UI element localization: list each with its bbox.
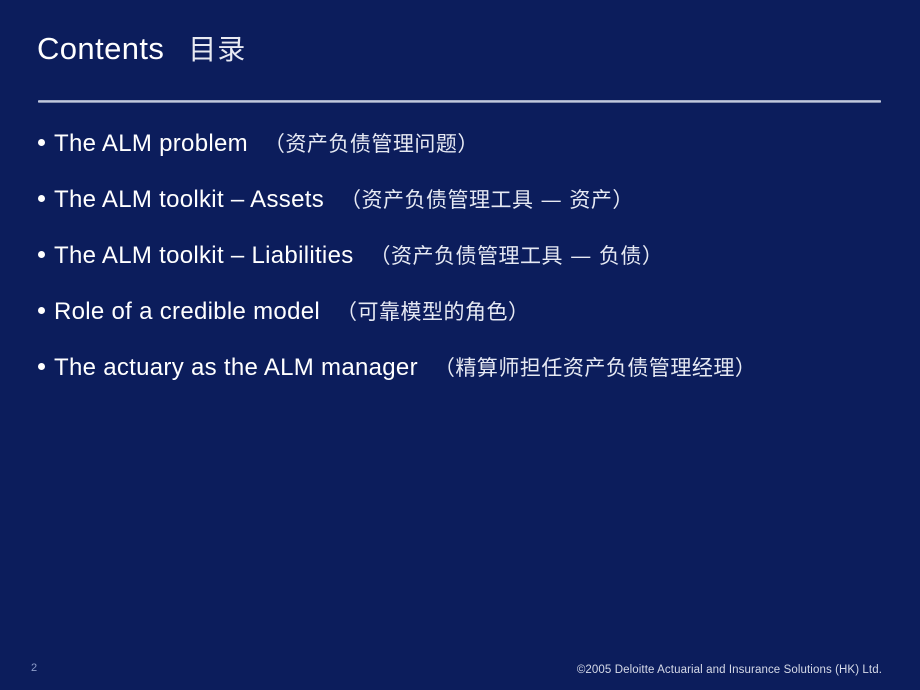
page-title-english: Contents [37,31,165,66]
contents-bullet-list: The ALM problem （资产负债管理问题） The ALM toolk… [38,128,898,408]
list-item-english: The ALM toolkit – Liabilities [54,242,354,269]
list-item-chinese: （资产负债管理工具 — 资产） [340,188,634,212]
list-item-chinese: （可靠模型的角色） [336,300,530,324]
list-item-english: The ALM problem [54,130,248,157]
page-title-chinese: 目录 [188,33,247,66]
bullet-dot-icon [38,251,45,258]
page-title: Contents 目录 [37,28,246,68]
list-item: The actuary as the ALM manager （精算师担任资产负… [38,352,898,408]
list-item: The ALM toolkit – Liabilities （资产负债管理工具 … [38,240,898,296]
list-item-english: Role of a credible model [54,298,321,325]
copyright-notice: ©2005 Deloitte Actuarial and Insurance S… [576,664,882,676]
bullet-dot-icon [38,363,45,370]
bullet-dot-icon [38,307,45,314]
slide-canvas: Contents 目录 The ALM problem （资产负债管理问题） T… [0,0,920,690]
list-item-chinese: （精算师担任资产负债管理经理） [433,356,757,380]
bullet-dot-icon [38,195,45,202]
list-item: Role of a credible model （可靠模型的角色） [38,296,898,352]
bullet-dot-icon [38,139,45,146]
list-item-chinese: （资产负债管理工具 — 负债） [369,244,664,268]
list-item-english: The actuary as the ALM manager [54,354,418,381]
list-item: The ALM problem （资产负债管理问题） [38,128,898,184]
list-item-chinese: （资产负债管理问题） [263,132,479,156]
list-item: The ALM toolkit – Assets （资产负债管理工具 — 资产） [38,184,898,240]
list-item-english: The ALM toolkit – Assets [54,186,324,213]
title-divider-rule [38,100,881,103]
page-number: 2 [31,662,38,674]
